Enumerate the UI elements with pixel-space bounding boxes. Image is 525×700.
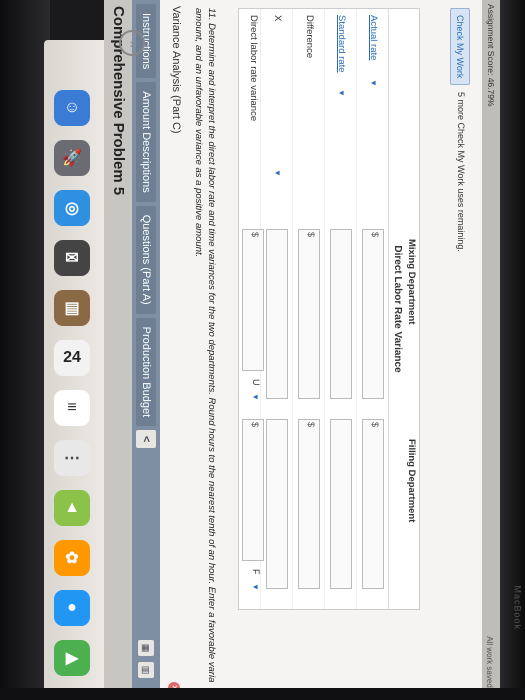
check-my-work-button[interactable]: Check My Work	[450, 8, 470, 86]
dropdown-arrow-icon[interactable]: ▼	[251, 393, 260, 401]
safari-icon[interactable]: ◎	[54, 190, 90, 226]
page-title: Comprehensive Problem 5	[104, 0, 132, 700]
mixing-difference-input[interactable]: $	[298, 229, 320, 399]
laptop-bezel-bottom	[0, 688, 525, 700]
mixing-hours-input[interactable]	[266, 229, 288, 399]
table-title: Direct Labor Rate Variance	[392, 245, 403, 373]
filling-standard-rate-input[interactable]	[330, 419, 352, 589]
table-row: Actual rate ▼ $ $	[356, 9, 389, 609]
mixing-actual-rate-input[interactable]: $	[362, 229, 384, 399]
toolbar: ▦ ▥	[138, 640, 154, 678]
photos-icon[interactable]: ✿	[54, 540, 90, 576]
mixing-standard-rate-input[interactable]	[330, 229, 352, 399]
table-row: Standard rate ▼	[324, 9, 357, 609]
expand-chevron-icon[interactable]: ›	[119, 30, 145, 56]
check-uses-note: 5 more Check My Work uses remaining.	[456, 92, 466, 252]
reminders-icon[interactable]: ⋯	[54, 440, 90, 476]
row-label-actual-rate[interactable]: Actual rate	[368, 15, 379, 60]
row-label-multiplier: X	[272, 15, 283, 22]
grid-icon[interactable]: ▥	[138, 662, 154, 678]
tab-questions-part-a[interactable]: Questions (Part A)	[136, 205, 156, 314]
mail-icon[interactable]: ✉	[54, 240, 90, 276]
row-label-difference: Difference	[304, 15, 315, 59]
table-header: Direct Labor Rate Variance Mixing Depart…	[388, 9, 419, 609]
currency-symbol: $	[306, 232, 316, 238]
laptop-bezel-left	[0, 0, 50, 700]
launchpad-icon[interactable]: 🚀	[54, 140, 90, 176]
dropdown-arrow-icon[interactable]: ▼	[369, 79, 378, 87]
browser-screen: Comprehensive Problem 5 Instructions Amo…	[104, 0, 500, 700]
messages-icon[interactable]: ●	[54, 590, 90, 626]
filling-hours-input[interactable]	[266, 419, 288, 589]
currency-symbol: $	[250, 232, 260, 238]
save-status: All work saved.	[485, 636, 494, 690]
row-label-variance: Direct labor rate variance	[248, 15, 259, 122]
maps-icon[interactable]: ▲	[54, 490, 90, 526]
table-row: Direct labor rate variance $ U ▼ $ F ▼	[237, 9, 269, 609]
dropdown-arrow-icon[interactable]: ▼	[337, 89, 346, 97]
facetime-icon[interactable]: ▶	[54, 640, 90, 676]
assignment-page: Comprehensive Problem 5 Instructions Amo…	[104, 0, 500, 700]
filling-variance-input[interactable]: $	[242, 419, 264, 561]
question-instructions: 11. Determine and interpret the direct l…	[193, 8, 217, 683]
filling-actual-rate-input[interactable]: $	[362, 419, 384, 589]
laptop-bezel-right: MacBook	[500, 0, 525, 700]
filling-variance-mark[interactable]: F	[251, 569, 261, 575]
currency-symbol: $	[370, 232, 380, 238]
assignment-score: Assignment Score: 46.79% All work saved.	[482, 0, 500, 700]
contacts-icon[interactable]: ▤	[54, 290, 90, 326]
calendar-day: 24	[63, 349, 81, 366]
assignment-score-text: Assignment Score: 46.79%	[486, 4, 496, 107]
currency-symbol: $	[250, 422, 260, 428]
currency-symbol: $	[370, 422, 380, 428]
laptop-brand: MacBook	[513, 585, 523, 630]
tab-prev-chevron-icon[interactable]: <	[136, 430, 156, 449]
row-label-standard-rate[interactable]: Standard rate	[336, 15, 347, 73]
calculator-icon[interactable]: ▦	[138, 640, 154, 656]
section-title: Variance Analysis (Part C)	[170, 6, 182, 134]
dropdown-arrow-icon[interactable]: ▼	[251, 583, 260, 591]
mixing-variance-mark[interactable]: U	[251, 379, 261, 386]
column-header-filling: Filling Department	[406, 439, 417, 523]
tab-production-budget[interactable]: Production Budget	[136, 317, 156, 427]
dropdown-arrow-icon[interactable]: ▼	[273, 169, 282, 177]
calendar-icon[interactable]: 24	[54, 340, 90, 376]
finder-icon[interactable]: ☺	[54, 90, 90, 126]
content-panel: Assignment Score: 46.79% All work saved.…	[160, 0, 500, 700]
mixing-variance-input[interactable]: $	[242, 229, 264, 371]
currency-symbol: $	[306, 422, 316, 428]
variance-table: Direct Labor Rate Variance Mixing Depart…	[238, 8, 420, 610]
notes-icon[interactable]: ≡	[54, 390, 90, 426]
column-header-mixing: Mixing Department	[406, 239, 417, 325]
filling-difference-input[interactable]: $	[298, 419, 320, 589]
macos-dock: ☺ 🚀 ◎ ✉ ▤ 24 ≡ ⋯ ▲ ✿ ● ▶	[44, 40, 104, 700]
tab-amount-descriptions[interactable]: Amount Descriptions	[136, 82, 156, 202]
table-row: Difference $ $	[292, 9, 325, 609]
tab-bar: Instructions Amount Descriptions Questio…	[132, 0, 160, 700]
